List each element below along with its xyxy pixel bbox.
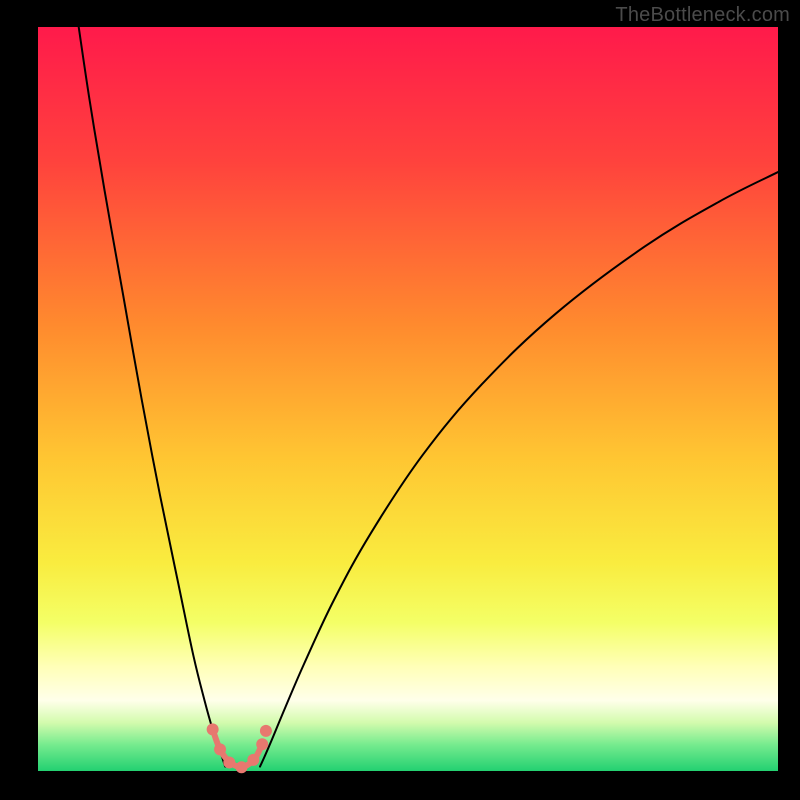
trough-dot-0 [207,723,219,735]
trough-dot-4 [247,754,259,766]
trough-dot-3 [236,761,248,773]
watermark-text: TheBottleneck.com [615,4,790,27]
chart-stage: TheBottleneck.com [0,0,800,800]
plot-background [38,27,778,771]
trough-dot-2 [223,756,235,768]
chart-svg [0,0,800,800]
trough-dot-5 [256,738,268,750]
trough-dot-6 [260,725,272,737]
trough-dot-1 [214,743,226,755]
